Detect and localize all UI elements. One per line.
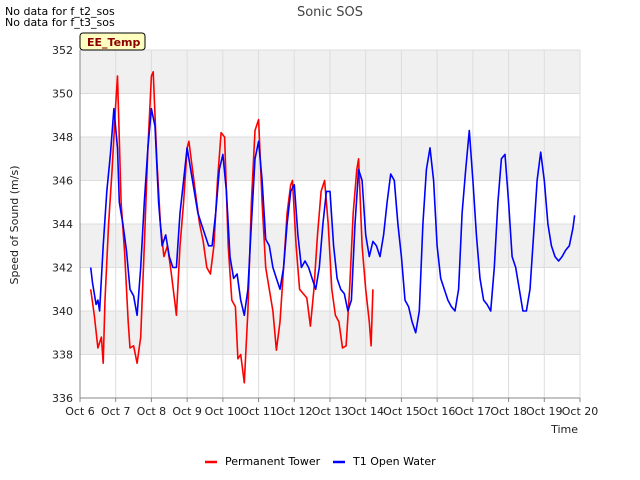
y-tick-label: 344 <box>52 218 73 231</box>
y-tick-label: 336 <box>52 392 73 405</box>
x-tick-label: Oct 10 <box>205 405 242 418</box>
x-tick-label: Oct 7 <box>101 405 131 418</box>
x-tick-label: Oct 17 <box>455 405 492 418</box>
badge-label: EE_Temp <box>87 36 140 49</box>
chart-title: Sonic SOS <box>297 5 363 20</box>
ee-temp-badge: EE_Temp <box>79 32 146 51</box>
y-tick-label: 350 <box>52 88 73 101</box>
x-tick-label: Oct 9 <box>172 405 202 418</box>
x-axis-label: Time <box>550 423 578 436</box>
x-tick-label: Oct 16 <box>419 405 456 418</box>
chart-canvas: Sonic SOS 336 338 340 342 344 346 348 350 352 Oc… <box>8 5 598 468</box>
y-tick-label: 352 <box>52 44 73 57</box>
y-tick-label: 346 <box>52 175 73 188</box>
x-tick-label: Oct 20 <box>562 405 599 418</box>
y-axis-label: Speed of Sound (m/s) <box>8 166 21 285</box>
y-tick-label: 338 <box>52 349 73 362</box>
x-tick-labels: Oct 6 Oct 7 Oct 8 Oct 9 Oct 10 Oct 11 Oct 12 Oc… <box>65 405 598 418</box>
x-tick-label: Oct 19 <box>526 405 563 418</box>
y-tick-label: 348 <box>52 131 73 144</box>
legend-label-2: T1 Open Water <box>352 455 436 468</box>
legend-label-1: Permanent Tower <box>225 455 321 468</box>
y-tick-label: 342 <box>52 262 73 275</box>
x-tick-label: Oct 11 <box>240 405 277 418</box>
x-tick-label: Oct 12 <box>276 405 313 418</box>
y-tick-labels: 336 338 340 342 344 346 348 350 352 <box>52 44 73 405</box>
x-tick-label: Oct 18 <box>490 405 527 418</box>
y-tick-label: 340 <box>52 305 73 318</box>
x-tick-label: Oct 15 <box>383 405 420 418</box>
x-tick-label: Oct 13 <box>312 405 349 418</box>
legend: Permanent Tower T1 Open Water <box>205 455 436 468</box>
x-tick-label: Oct 14 <box>347 405 384 418</box>
x-tick-label: Oct 8 <box>137 405 167 418</box>
x-tick-label: Oct 6 <box>65 405 95 418</box>
